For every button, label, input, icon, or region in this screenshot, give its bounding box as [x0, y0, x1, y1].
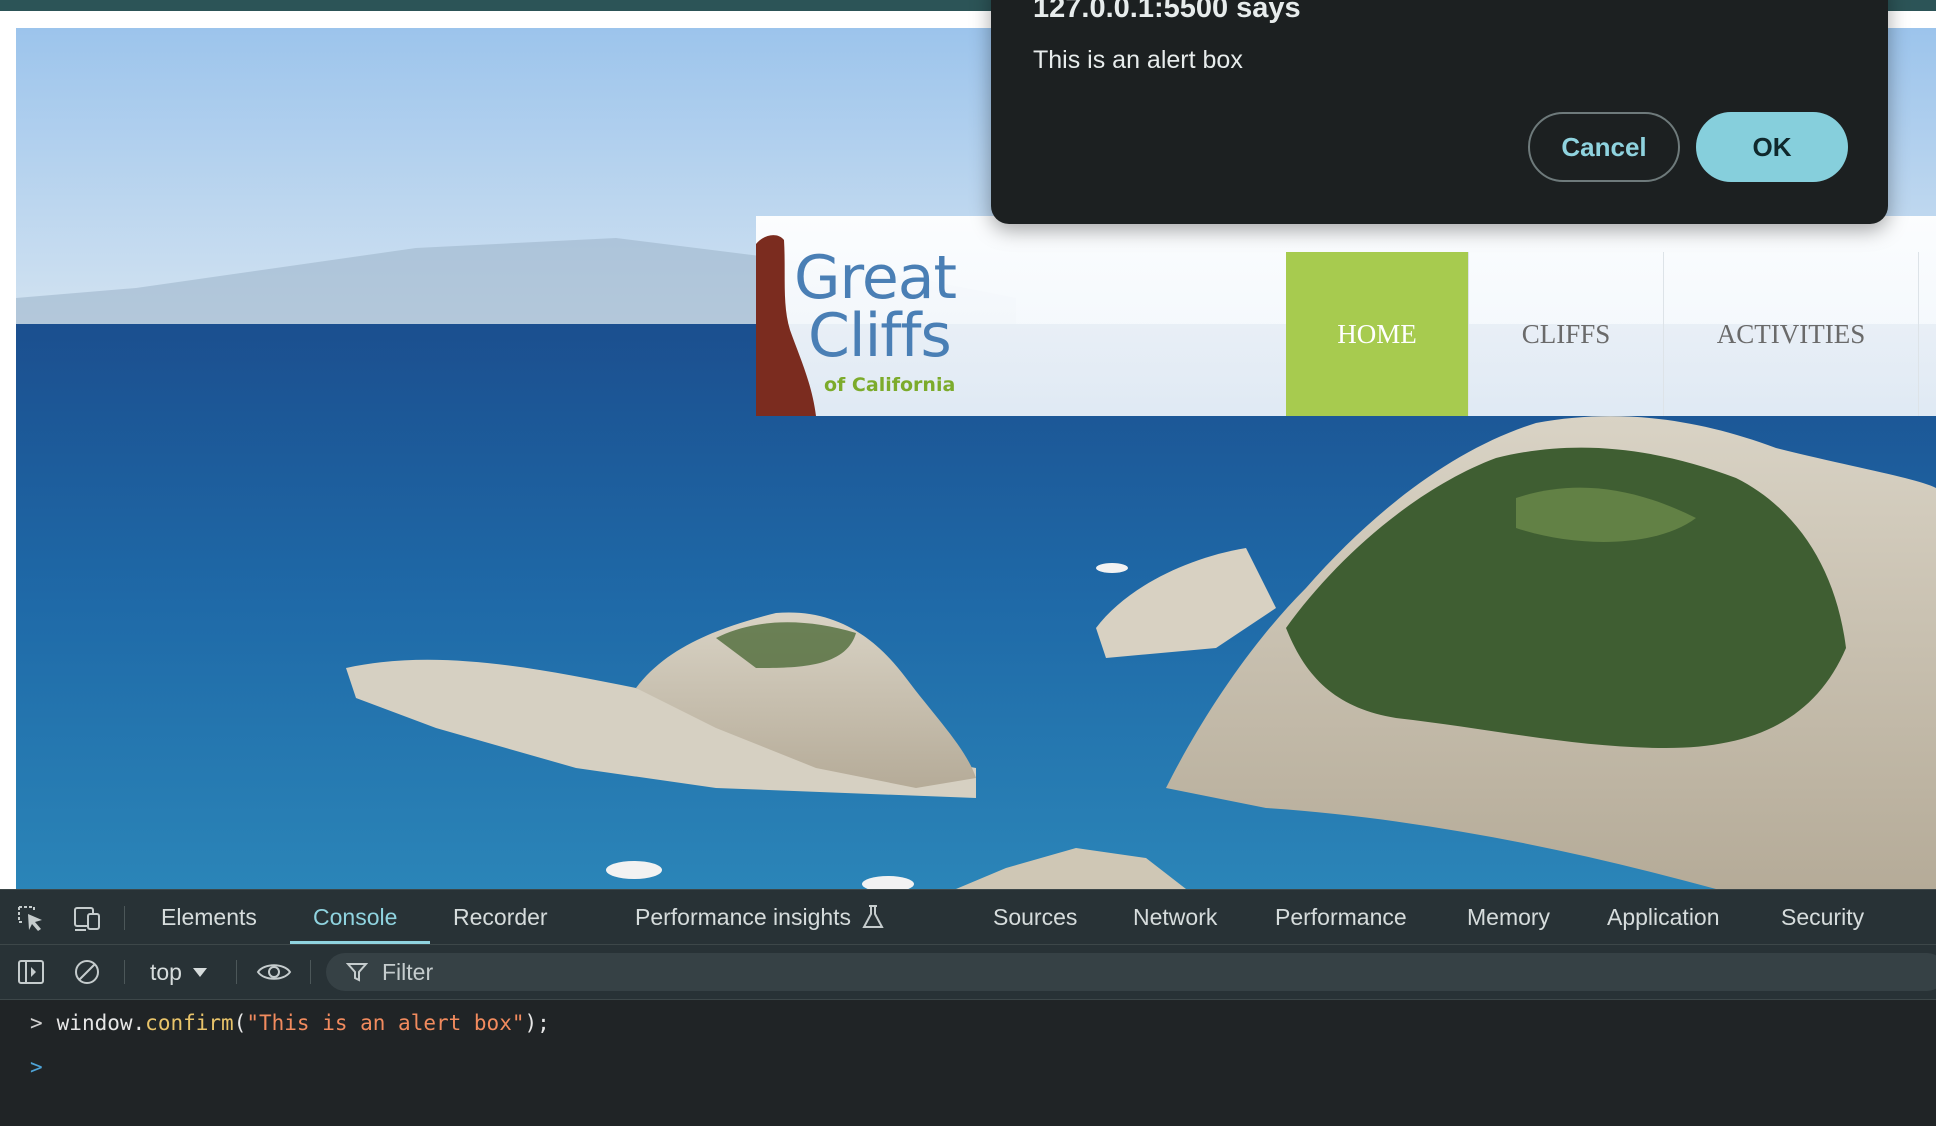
- toolbar-separator: [236, 960, 237, 984]
- nav-cliffs[interactable]: CLIFFS: [1469, 252, 1664, 416]
- tab-application[interactable]: Application: [1607, 890, 1720, 944]
- context-selector-label: top: [150, 958, 182, 985]
- code-string-arg: "This is an alert box": [246, 1011, 525, 1035]
- browser-left-edge: [0, 11, 16, 889]
- nav-home[interactable]: HOME: [1286, 252, 1469, 416]
- filter-icon: [346, 963, 368, 982]
- logo-word-great: Great: [794, 243, 957, 313]
- nav-activities[interactable]: ACTIVITIES: [1664, 252, 1919, 416]
- site-nav: HOME CLIFFS ACTIVITIES: [1286, 252, 1919, 416]
- tab-performance-insights[interactable]: Performance insights: [635, 890, 885, 944]
- tab-separator: [124, 906, 125, 930]
- inspect-element-icon[interactable]: [16, 904, 46, 932]
- tab-performance-insights-label: Performance insights: [635, 903, 852, 930]
- tab-sources[interactable]: Sources: [993, 890, 1077, 944]
- devtools-panel: Elements Console Recorder Performance in…: [0, 889, 1936, 1126]
- site-logo[interactable]: Great Cliffs of California: [756, 234, 957, 416]
- live-expression-eye-icon[interactable]: [256, 958, 292, 986]
- toolbar-separator: [124, 960, 125, 984]
- dialog-message: This is an alert box: [1033, 46, 1243, 74]
- code-object: window: [56, 1011, 133, 1035]
- device-toolbar-icon[interactable]: [72, 904, 102, 932]
- code-function: confirm: [145, 1011, 234, 1035]
- toolbar-separator: [310, 960, 311, 984]
- clear-console-icon[interactable]: [72, 958, 102, 986]
- console-input-line[interactable]: >: [30, 1055, 43, 1079]
- console-command-line: > window.confirm("This is an alert box");: [30, 1011, 550, 1035]
- filter-input[interactable]: Filter: [326, 953, 1936, 991]
- console-output[interactable]: > window.confirm("This is an alert box");…: [0, 1001, 1936, 1126]
- tab-elements[interactable]: Elements: [161, 890, 257, 944]
- sidebar-toggle-icon[interactable]: [16, 958, 46, 986]
- tab-network[interactable]: Network: [1133, 890, 1217, 944]
- code-dot: .: [132, 1011, 146, 1035]
- experiment-flask-icon: [862, 905, 884, 928]
- tab-recorder[interactable]: Recorder: [453, 890, 548, 944]
- site-header: Great Cliffs of California HOME CLIFFS A…: [756, 216, 1936, 416]
- tab-memory[interactable]: Memory: [1467, 890, 1550, 944]
- logo-subtitle: of California: [824, 374, 956, 396]
- tab-security[interactable]: Security: [1781, 890, 1864, 944]
- console-toolbar: top Filter: [0, 944, 1936, 1000]
- code-open-paren: (: [233, 1011, 247, 1035]
- devtools-tab-bar: Elements Console Recorder Performance in…: [0, 889, 1936, 944]
- tab-console[interactable]: Console: [313, 890, 397, 944]
- dropdown-arrow-icon: [192, 968, 207, 977]
- logo-word-cliffs: Cliffs: [808, 301, 952, 371]
- confirm-dialog: 127.0.0.1:5500 says This is an alert box…: [991, 0, 1888, 224]
- code-close: );: [524, 1011, 550, 1035]
- ok-button[interactable]: OK: [1696, 112, 1848, 182]
- tab-performance[interactable]: Performance: [1275, 890, 1407, 944]
- input-prompt-icon: >: [30, 1055, 43, 1079]
- filter-placeholder: Filter: [382, 958, 434, 985]
- cancel-button[interactable]: Cancel: [1528, 112, 1680, 182]
- command-prompt-icon: >: [30, 1011, 43, 1035]
- context-selector[interactable]: top: [150, 945, 208, 999]
- dialog-title: 127.0.0.1:5500 says: [1033, 0, 1301, 24]
